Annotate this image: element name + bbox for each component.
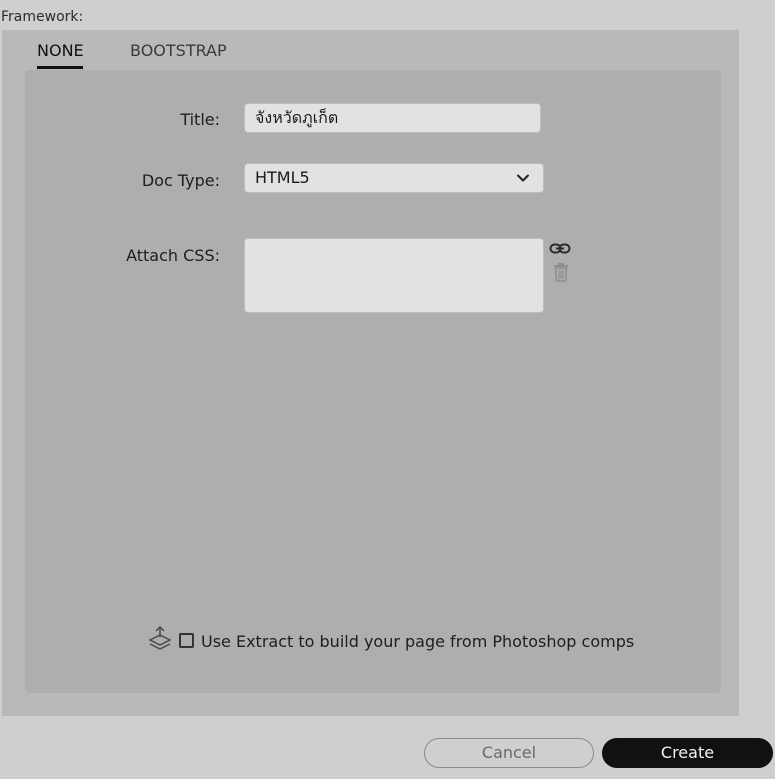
active-tab-indicator xyxy=(37,66,83,69)
tab-bootstrap[interactable]: BOOTSTRAP xyxy=(130,41,227,61)
framework-label: Framework: xyxy=(1,9,84,25)
doctype-label: Doc Type: xyxy=(141,171,220,190)
attach-css-label: Attach CSS: xyxy=(126,246,220,265)
cancel-button[interactable]: Cancel xyxy=(424,738,594,768)
attach-css-list[interactable] xyxy=(244,238,544,313)
layers-upload-icon xyxy=(148,626,172,650)
link-icon[interactable] xyxy=(549,239,571,259)
title-label: Title: xyxy=(180,110,220,129)
doctype-select[interactable]: HTML5 xyxy=(244,163,544,193)
tab-none[interactable]: NONE xyxy=(37,41,84,61)
use-extract-label[interactable]: Use Extract to build your page from Phot… xyxy=(201,632,634,651)
doctype-value: HTML5 xyxy=(255,168,310,187)
chevron-down-icon xyxy=(517,174,529,182)
create-button[interactable]: Create xyxy=(602,738,773,768)
title-input[interactable] xyxy=(244,103,541,133)
trash-icon[interactable] xyxy=(550,262,572,282)
use-extract-checkbox[interactable] xyxy=(179,633,194,648)
